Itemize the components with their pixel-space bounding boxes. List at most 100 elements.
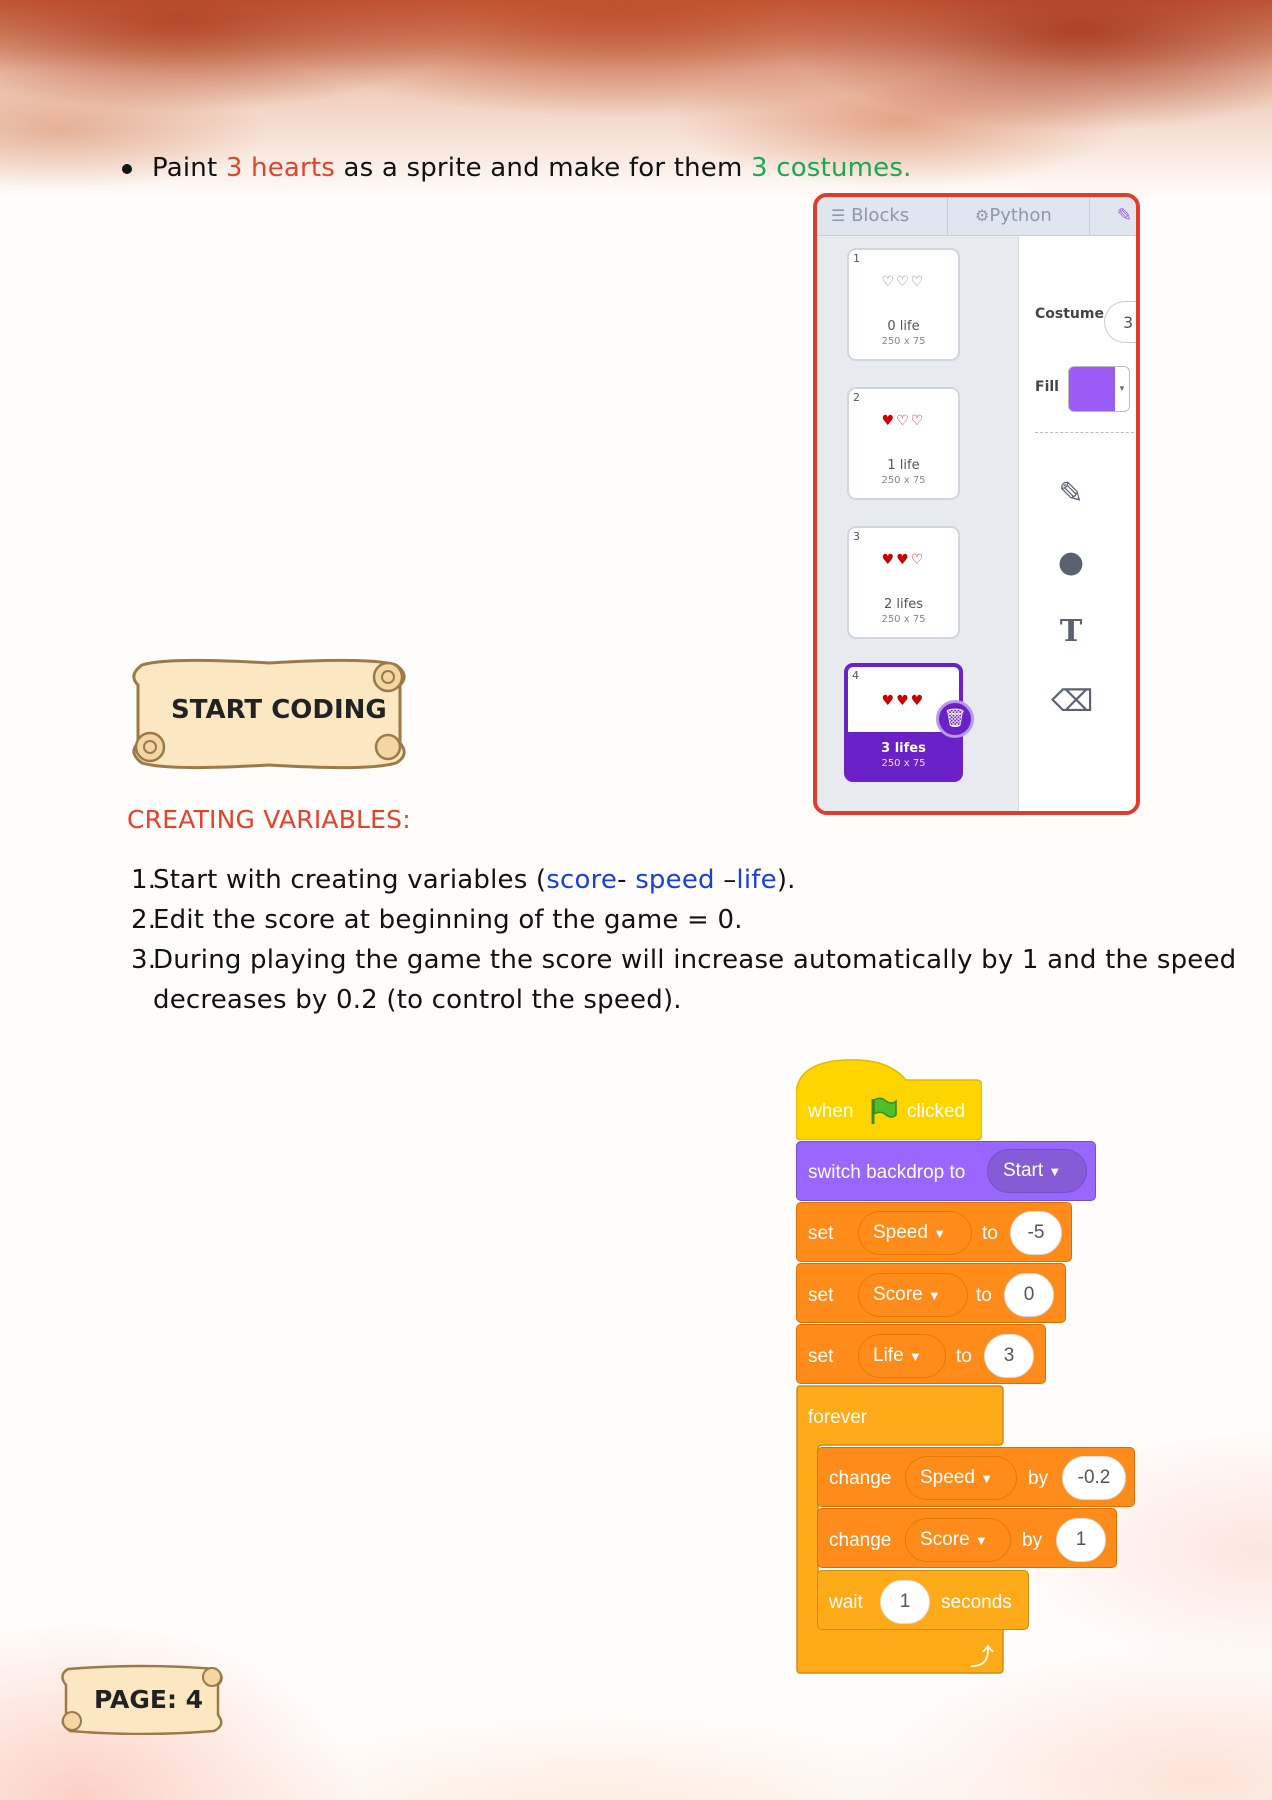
to-label: to — [956, 1346, 972, 1367]
variable-dropdown[interactable]: Speed ▼ — [858, 1211, 972, 1255]
step-3-line-1: During playing the game the score will i… — [153, 945, 1237, 975]
bullet-dot — [122, 164, 132, 174]
value-input[interactable]: 1 — [1056, 1518, 1106, 1562]
var-score-highlight: score — [546, 865, 618, 895]
change-label: change — [829, 1468, 892, 1489]
by-label: by — [1028, 1468, 1049, 1489]
python-icon: ⚙ — [975, 206, 990, 225]
variable-name: Score — [873, 1284, 923, 1305]
start-coding-scroll: START CODING — [128, 655, 410, 770]
chevron-down-icon: ▼ — [1048, 1164, 1062, 1179]
tab-costumes-icon[interactable]: ✎ — [1117, 197, 1132, 235]
step-text: - — [617, 865, 636, 895]
hearts-icon: ♥♡♡ — [881, 413, 926, 429]
costume-list: 1 ♡♡♡ 0 life 250 x 75 2 ♥♡♡ 1 life 250 x… — [817, 236, 1017, 811]
value-input[interactable]: 1 — [880, 1580, 930, 1624]
chevron-down-icon: ▼ — [927, 1288, 941, 1303]
costume-number: 1 — [853, 252, 860, 265]
var-speed-highlight: speed — [635, 865, 715, 895]
variable-dropdown[interactable]: Speed ▼ — [905, 1456, 1017, 1500]
tab-python[interactable]: ⚙Python — [975, 197, 1052, 235]
step-1: Start with creating variables (score- sp… — [153, 865, 796, 895]
intro-text: as a sprite and make for them — [335, 153, 751, 183]
set-label: set — [808, 1223, 834, 1244]
costume-card[interactable]: 1 ♡♡♡ 0 life 250 x 75 — [847, 248, 960, 361]
step-text: Start with creating variables ( — [153, 865, 547, 895]
costume-card[interactable]: 3 ♥♥♡ 2 lifes 250 x 75 — [847, 526, 960, 639]
section-heading: CREATING VARIABLES: — [127, 805, 411, 834]
variable-name: Speed — [920, 1467, 975, 1488]
costume-number: 3 — [853, 530, 860, 543]
to-label: to — [976, 1285, 992, 1306]
chevron-down-icon: ▼ — [933, 1226, 947, 1241]
loop-arrow-icon: ⤴ — [970, 1644, 994, 1671]
value-input[interactable]: 0 — [1004, 1273, 1054, 1317]
costume-name: 1 life — [887, 458, 920, 473]
fill-label: Fill — [1035, 379, 1059, 395]
blocks-icon: ☰ — [831, 206, 846, 225]
backdrop-dropdown[interactable]: Start ▼ — [987, 1149, 1087, 1193]
intro-text: Paint — [152, 153, 226, 183]
page-number-label: PAGE: 4 — [94, 1685, 204, 1714]
variable-dropdown[interactable]: Life ▼ — [858, 1334, 946, 1378]
value-input[interactable]: 3 — [984, 1334, 1034, 1378]
eraser-icon[interactable]: ⌫ — [1051, 682, 1093, 722]
tab-blocks[interactable]: ☰ Blocks — [831, 197, 909, 235]
to-label: to — [982, 1223, 998, 1244]
intro-hearts-highlight: 3 hearts — [225, 153, 336, 183]
var-life-highlight: life — [736, 865, 777, 895]
hearts-icon: ♡♡♡ — [881, 274, 926, 290]
change-label: change — [829, 1530, 892, 1551]
set-label: set — [808, 1285, 834, 1306]
tab-divider — [1089, 197, 1090, 235]
intro-line: Paint 3 hearts as a sprite and make for … — [152, 153, 912, 183]
costume-size: 250 x 75 — [881, 475, 926, 486]
variable-name: Speed — [873, 1222, 928, 1243]
seconds-label: seconds — [941, 1592, 1012, 1613]
costume-name-input[interactable]: 3 — [1104, 301, 1136, 343]
variable-dropdown[interactable]: Score ▼ — [905, 1518, 1011, 1562]
hat-clicked-label: clicked — [907, 1101, 966, 1122]
step-text: – — [714, 865, 737, 895]
brush-icon[interactable]: ✎ — [1051, 474, 1091, 514]
wait-label: wait — [829, 1592, 863, 1613]
start-coding-label: START CODING — [171, 695, 387, 725]
tab-python-label: Python — [989, 205, 1052, 226]
value-input[interactable]: -5 — [1010, 1211, 1062, 1255]
delete-costume-icon[interactable]: 🗑 — [936, 700, 974, 738]
intro-costumes-highlight: 3 costumes. — [751, 153, 912, 183]
chevron-down-icon: ▼ — [974, 1533, 988, 1548]
set-label: set — [808, 1346, 834, 1367]
value-input[interactable]: -0.2 — [1062, 1456, 1126, 1500]
tab-blocks-label: Blocks — [851, 205, 910, 226]
step-3-line-2: decreases by 0.2 (to control the speed). — [153, 985, 682, 1015]
fill-color-swatch[interactable] — [1068, 366, 1117, 412]
paint-editor-panel: Costume 3 Fill ▾ ✎ ● T ⌫ — [1018, 236, 1136, 811]
step-text: ). — [776, 865, 796, 895]
backdrop-value: Start — [1003, 1160, 1044, 1181]
text-icon[interactable]: T — [1051, 612, 1091, 652]
costume-card[interactable]: 2 ♥♡♡ 1 life 250 x 75 — [847, 387, 960, 500]
toolbar-divider — [1035, 432, 1136, 433]
costume-size: 250 x 75 — [881, 614, 926, 625]
costume-name-label: Costume — [1035, 306, 1104, 322]
by-label: by — [1022, 1530, 1043, 1551]
costume-name: 3 lifes — [881, 741, 926, 756]
costume-size: 250 x 75 — [881, 758, 926, 769]
hearts-icon: ♥♥♡ — [881, 552, 926, 568]
costume-number: 2 — [853, 391, 860, 404]
step-2: Edit the score at beginning of the game … — [153, 905, 743, 935]
costume-number: 4 — [852, 669, 859, 682]
tab-divider — [947, 197, 948, 235]
variable-name: Score — [920, 1529, 970, 1550]
switch-backdrop-label: switch backdrop to — [808, 1162, 966, 1183]
forever-label: forever — [808, 1407, 868, 1428]
costume-name: 0 life — [887, 319, 920, 334]
page-number-scroll: PAGE: 4 — [58, 1663, 226, 1736]
costume-size: 250 x 75 — [881, 336, 926, 347]
variable-name: Life — [873, 1345, 904, 1366]
fill-dropdown-arrow[interactable]: ▾ — [1115, 366, 1130, 412]
costume-name: 2 lifes — [884, 597, 923, 612]
circle-icon[interactable]: ● — [1051, 543, 1091, 583]
variable-dropdown[interactable]: Score ▼ — [858, 1273, 968, 1317]
